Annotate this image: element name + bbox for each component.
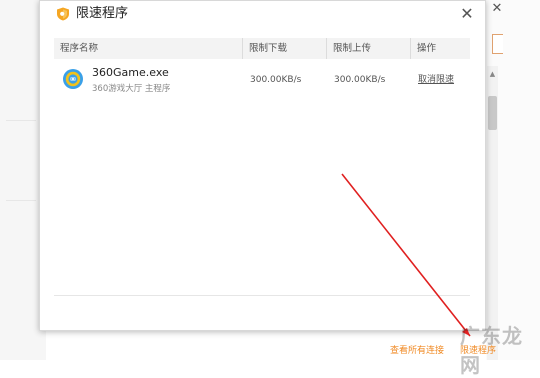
program-table: 程序名称 限制下载 限制上传 操作 360Game.exe 360游戏大厅 主程…	[54, 38, 470, 103]
table-row[interactable]: 360Game.exe 360游戏大厅 主程序 300.00KB/s 300.0…	[54, 59, 470, 103]
watermark: 广东龙网	[460, 324, 523, 377]
download-limit-value: 300.00KB/s	[250, 75, 302, 85]
column-header-program-name[interactable]: 程序名称	[54, 38, 242, 59]
upload-limit-value: 300.00KB/s	[334, 75, 386, 85]
background-scrollbar-thumb[interactable]	[488, 96, 497, 130]
background-input-edge	[492, 34, 503, 54]
background-divider	[6, 200, 36, 201]
program-description: 360游戏大厅 主程序	[92, 84, 171, 94]
program-name: 360Game.exe	[92, 66, 169, 79]
dialog-footer-divider	[54, 295, 470, 296]
speed-limit-dialog: 限速程序 ✕ 程序名称 限制下载 限制上传 操作 360Game.exe 360…	[39, 0, 486, 331]
shield-logo-icon	[57, 7, 69, 21]
column-header-upload-limit[interactable]: 限制上传	[326, 38, 410, 59]
background-close-icon[interactable]: ✕	[490, 2, 504, 16]
cancel-limit-link[interactable]: 取消限速	[418, 74, 454, 86]
dialog-titlebar: 限速程序 ✕	[40, 1, 485, 28]
scroll-up-arrow-icon[interactable]: ▲	[488, 70, 497, 78]
column-header-action: 操作	[410, 38, 470, 59]
dialog-title: 限速程序	[76, 6, 129, 21]
table-header: 程序名称 限制下载 限制上传 操作	[54, 38, 470, 59]
view-all-connections-link[interactable]: 查看所有连接	[390, 346, 444, 357]
360game-app-icon	[63, 69, 83, 89]
close-icon[interactable]: ✕	[457, 4, 477, 24]
column-header-download-limit[interactable]: 限制下载	[242, 38, 326, 59]
background-divider	[6, 120, 36, 121]
